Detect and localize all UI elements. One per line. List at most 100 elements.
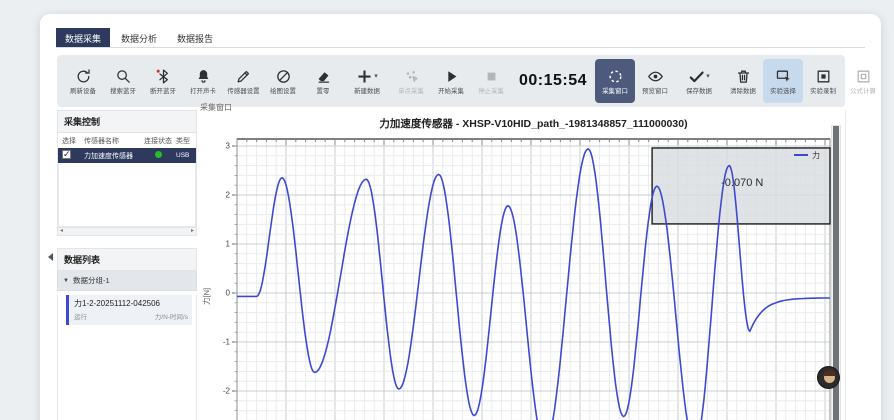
app-window: 数据采集数据分析数据报告 刷新设备 搜索蓝牙 断开蓝牙 打开声卡传感器设置 绘图设置 置零… [40, 14, 881, 420]
main-area: 采集窗口 力加速度传感器 - XHSP-V10HID_path_-1981348… [200, 102, 845, 420]
svg-text:-2: -2 [223, 387, 231, 396]
sensor-name: 力加速度传感器 [84, 151, 140, 161]
refresh-icon [75, 68, 92, 85]
scroll-right-icon[interactable]: ▸ [191, 227, 194, 234]
chart-canvas[interactable]: 3210-1-2力[N]-0.070 N力 [200, 138, 845, 420]
toolbar-button-label: 清除数据 [730, 88, 756, 94]
data-item-axes: 力/N-时间/s [155, 311, 188, 321]
y-axis-label: 力[N] [201, 288, 211, 305]
collection-control-panel: 采集控制 选择传感器名称连接状态类型 力加速度传感器USB ◂ ▸ [57, 110, 197, 236]
toolbar-button-label: 搜索蓝牙 [110, 88, 136, 94]
start-collect-button[interactable]: 开始采集 [431, 59, 471, 103]
data-group-header[interactable]: ▼ 数据分组-1 [57, 271, 197, 291]
new-data-button[interactable]: ▾ 新建数据 [343, 59, 391, 103]
legend-label: 力 [812, 150, 820, 160]
sensor-table-hscrollbar[interactable]: ◂ ▸ [57, 228, 197, 236]
toolbar-button-label: 新建数据 [354, 88, 380, 94]
tab-1[interactable]: 数据分析 [112, 28, 166, 47]
open-soundcard-button[interactable]: 打开声卡 [183, 59, 223, 103]
dropdown-caret-icon[interactable]: ▾ [374, 73, 378, 80]
check-icon [688, 68, 705, 85]
plot-settings-button[interactable]: 绘图设置 [263, 59, 303, 103]
trash-icon [735, 68, 752, 85]
svg-text:2: 2 [226, 191, 231, 200]
toolbar-button-label: 单点采集 [398, 88, 424, 94]
play-icon [443, 68, 460, 85]
point-collect-icon [403, 68, 420, 85]
eraser-icon [315, 68, 332, 85]
sidebar: 采集控制 选择传感器名称连接状态类型 力加速度传感器USB ◂ ▸ 数据列表 ▼… [57, 110, 197, 420]
stop-collect-button: 停止采集 [471, 59, 511, 103]
avatar-icon-hair [823, 370, 836, 376]
annotation-value: -0.070 N [721, 177, 763, 189]
save-data-button[interactable]: ▾ 保存数据 [675, 59, 723, 103]
data-list-panel: 数据列表 ▼ 数据分组-1 力1-2-20251112-042506 运行 力/… [57, 248, 197, 420]
collect-window-button[interactable]: 采集窗口 [595, 59, 635, 103]
circle-slash-icon [275, 68, 292, 85]
clear-data-button[interactable]: 清除数据 [723, 59, 763, 103]
collapse-triangle-icon: ▼ [63, 278, 69, 284]
data-list-body: 力1-2-20251112-042506 运行 力/N-时间/s [57, 295, 197, 420]
toolbar-button-label: 实验选择 [770, 88, 796, 94]
status-dot-icon [155, 151, 162, 158]
column-header-1: 传感器名称 [84, 136, 140, 146]
column-header-2: 连接状态 [140, 136, 176, 146]
toolbar-button-label: 开始采集 [438, 88, 464, 94]
floating-avatar-button[interactable] [817, 366, 840, 389]
collection-timer: 00:15:54 [519, 72, 587, 90]
zero-button[interactable]: 置零 [303, 59, 343, 103]
dropdown-caret-icon[interactable]: ▾ [706, 73, 710, 80]
svg-text:1: 1 [226, 240, 231, 249]
collection-control-title: 采集控制 [57, 110, 197, 133]
chart-title: 力加速度传感器 - XHSP-V10HID_path_-1981348857_1… [237, 116, 830, 131]
toolbar-button-label: 实验录制 [810, 88, 836, 94]
svg-text:-1: -1 [223, 338, 231, 347]
sidebar-collapse-handle[interactable] [46, 250, 55, 264]
plus-large-icon [356, 68, 373, 85]
bell-icon [195, 68, 212, 85]
data-list-item[interactable]: 力1-2-20251112-042506 运行 力/N-时间/s [66, 295, 192, 325]
search-icon [115, 68, 132, 85]
data-group-label: 数据分组-1 [73, 275, 110, 286]
search-bluetooth-button[interactable]: 搜索蓝牙 [103, 59, 143, 103]
toolbar: 刷新设备 搜索蓝牙 断开蓝牙 打开声卡传感器设置 绘图设置 置零 ▾ 新建数据 单点采集 开始采集… [57, 55, 845, 107]
record-frame-icon [815, 68, 832, 85]
right-separator [845, 110, 846, 420]
tab-2[interactable]: 数据报告 [168, 28, 222, 47]
collect-window-section-label: 采集窗口 [200, 102, 845, 113]
toolbar-button-label: 绘图设置 [270, 88, 296, 94]
toolbar-button-label: 断开蓝牙 [150, 88, 176, 94]
sensor-row[interactable]: 力加速度传感器 USB [58, 148, 196, 163]
disconnect-bluetooth-button[interactable]: 断开蓝牙 [143, 59, 183, 103]
toolbar-button-label: 置零 [317, 88, 330, 94]
monitor-cursor-icon [775, 68, 792, 85]
pencil-icon [235, 68, 252, 85]
toolbar-button-label: 采集窗口 [602, 88, 628, 94]
data-item-title: 力1-2-20251112-042506 [74, 298, 188, 309]
toolbar-button-label: 传感器设置 [227, 88, 259, 94]
formula-calc-button: 公式计算 [843, 59, 883, 103]
toolbar-button-label: 预览窗口 [642, 88, 668, 94]
toolbar-button-label: 停止采集 [478, 88, 504, 94]
preview-window-button[interactable]: 预览窗口 [635, 59, 675, 103]
data-list-title: 数据列表 [57, 248, 197, 271]
chevron-left-icon [48, 253, 53, 261]
toolbar-button-label: 保存数据 [686, 88, 712, 94]
formula-frame-icon [855, 68, 872, 85]
refresh-device-button[interactable]: 刷新设备 [63, 59, 103, 103]
eye-icon [647, 68, 664, 85]
experiment-record-button[interactable]: 实验录制 [803, 59, 843, 103]
sensor-settings-button[interactable]: 传感器设置 [223, 59, 263, 103]
toolbar-button-label: 刷新设备 [70, 88, 96, 94]
sensor-type: USB [176, 152, 196, 159]
tab-bar: 数据采集数据分析数据报告 [56, 28, 865, 48]
data-item-status: 运行 [74, 311, 87, 321]
sensor-list-empty-area [58, 163, 196, 227]
tab-0[interactable]: 数据采集 [56, 28, 110, 47]
experiment-select-button[interactable]: 实验选择 [763, 59, 803, 103]
stop-icon [483, 68, 500, 85]
column-header-0: 选择 [58, 136, 84, 146]
bluetooth-disconnect-icon [155, 68, 172, 85]
scroll-left-icon[interactable]: ◂ [60, 227, 63, 234]
sensor-checkbox[interactable] [62, 150, 71, 159]
